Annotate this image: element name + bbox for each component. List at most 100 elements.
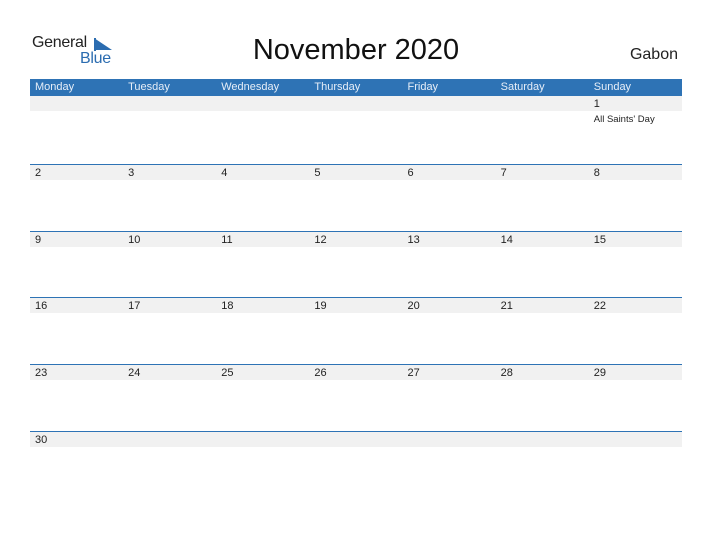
day-number: 19 [314, 300, 327, 313]
weekday-thursday: Thursday [314, 81, 361, 93]
day-number [216, 432, 309, 447]
day-number: 27 [407, 367, 420, 380]
weeks-container: 1 All Saints' Day 2 3 4 5 6 7 8 9 10 11 12 13 14 15 16 17… [30, 96, 682, 498]
day-number: 23 [35, 367, 48, 380]
holiday-label [30, 111, 123, 126]
events-row [30, 180, 682, 182]
day-number: 12 [314, 233, 327, 246]
country-label: Gabon [629, 46, 678, 63]
holiday-label [403, 247, 496, 249]
holiday-label: All Saints' Day [593, 114, 655, 125]
holiday-label [30, 447, 123, 449]
holiday-label [216, 380, 309, 382]
calendar-grid: Monday Tuesday Wednesday Thursday Friday… [30, 79, 682, 498]
events-row [30, 313, 682, 315]
holiday-label [589, 380, 682, 382]
holiday-label [123, 313, 216, 315]
events-row [30, 247, 682, 249]
holiday-label [589, 447, 682, 449]
day-number: 18 [221, 300, 234, 313]
day-number: 22 [593, 300, 606, 313]
day-number [309, 96, 402, 111]
holiday-label [123, 380, 216, 382]
day-number: 10 [128, 233, 141, 246]
day-number: 24 [128, 367, 141, 380]
week-row: 30 [30, 430, 682, 498]
day-number: 2 [35, 166, 42, 179]
holiday-label [309, 447, 402, 449]
holiday-label [30, 380, 123, 382]
holiday-label [216, 111, 309, 126]
calendar-title: November 2020 [252, 34, 460, 66]
day-number [30, 96, 123, 111]
weekday-sunday: Sunday [593, 81, 632, 93]
holiday-label [403, 180, 496, 182]
holiday-label [30, 180, 123, 182]
holiday-label [216, 247, 309, 249]
week-row: 9 10 11 12 13 14 15 [30, 230, 682, 298]
day-number: 15 [593, 233, 606, 246]
day-number: 25 [221, 367, 234, 380]
day-number: 21 [500, 300, 513, 313]
day-number-strip: 16 17 18 19 20 21 22 [30, 298, 682, 314]
day-number: 6 [407, 166, 414, 179]
holiday-label [216, 447, 309, 449]
week-row: 23 24 25 26 27 28 29 [30, 364, 682, 431]
day-number [589, 432, 682, 447]
holiday-label [309, 180, 402, 182]
holiday-label [30, 247, 123, 249]
day-number: 16 [35, 300, 48, 313]
day-number [123, 96, 216, 111]
day-number-strip: 1 [30, 96, 682, 111]
weekday-header: Monday Tuesday Wednesday Thursday Friday… [30, 79, 682, 96]
holiday-label [123, 180, 216, 182]
holiday-label [123, 111, 216, 126]
holiday-label [403, 380, 496, 382]
day-number [496, 432, 589, 447]
day-number: 29 [593, 367, 606, 380]
day-number-strip: 2 3 4 5 6 7 8 [30, 164, 682, 180]
day-number: 7 [500, 166, 507, 179]
day-number [309, 432, 402, 447]
holiday-label [496, 111, 589, 126]
holiday-label [496, 180, 589, 182]
week-row: 2 3 4 5 6 7 8 [30, 163, 682, 231]
weekday-friday: Friday [407, 81, 439, 93]
day-number: 4 [221, 166, 228, 179]
day-number: 20 [407, 300, 420, 313]
day-number [216, 96, 309, 111]
weekday-monday: Monday [35, 81, 75, 93]
week-row: 16 17 18 19 20 21 22 [30, 297, 682, 364]
day-number: 17 [128, 300, 141, 313]
holiday-label [589, 247, 682, 249]
holiday-label [123, 247, 216, 249]
holiday-label [496, 247, 589, 249]
day-number [496, 96, 589, 111]
events-row [30, 447, 682, 449]
events-row: All Saints' Day [30, 111, 682, 126]
holiday-label [216, 180, 309, 182]
holiday-label [309, 111, 402, 126]
holiday-label [403, 111, 496, 126]
day-number: 3 [128, 166, 135, 179]
day-number [123, 432, 216, 447]
day-number: 5 [314, 166, 321, 179]
day-number: 11 [221, 233, 233, 246]
day-number: 26 [314, 367, 327, 380]
day-number-strip: 23 24 25 26 27 28 29 [30, 365, 682, 381]
weekday-tuesday: Tuesday [128, 81, 170, 93]
holiday-label [309, 247, 402, 249]
day-number: 14 [500, 233, 513, 246]
day-number: 8 [593, 166, 600, 179]
holiday-label [123, 447, 216, 449]
holiday-label [496, 380, 589, 382]
week-row: 1 All Saints' Day [30, 96, 682, 164]
day-number-strip: 9 10 11 12 13 14 15 [30, 231, 682, 247]
weekday-wednesday: Wednesday [221, 81, 280, 93]
holiday-label [309, 380, 402, 382]
holiday-label [403, 447, 496, 449]
day-number: 9 [35, 233, 42, 246]
day-number-strip: 30 [30, 431, 682, 447]
day-number: 28 [500, 367, 513, 380]
holiday-label [496, 447, 589, 449]
